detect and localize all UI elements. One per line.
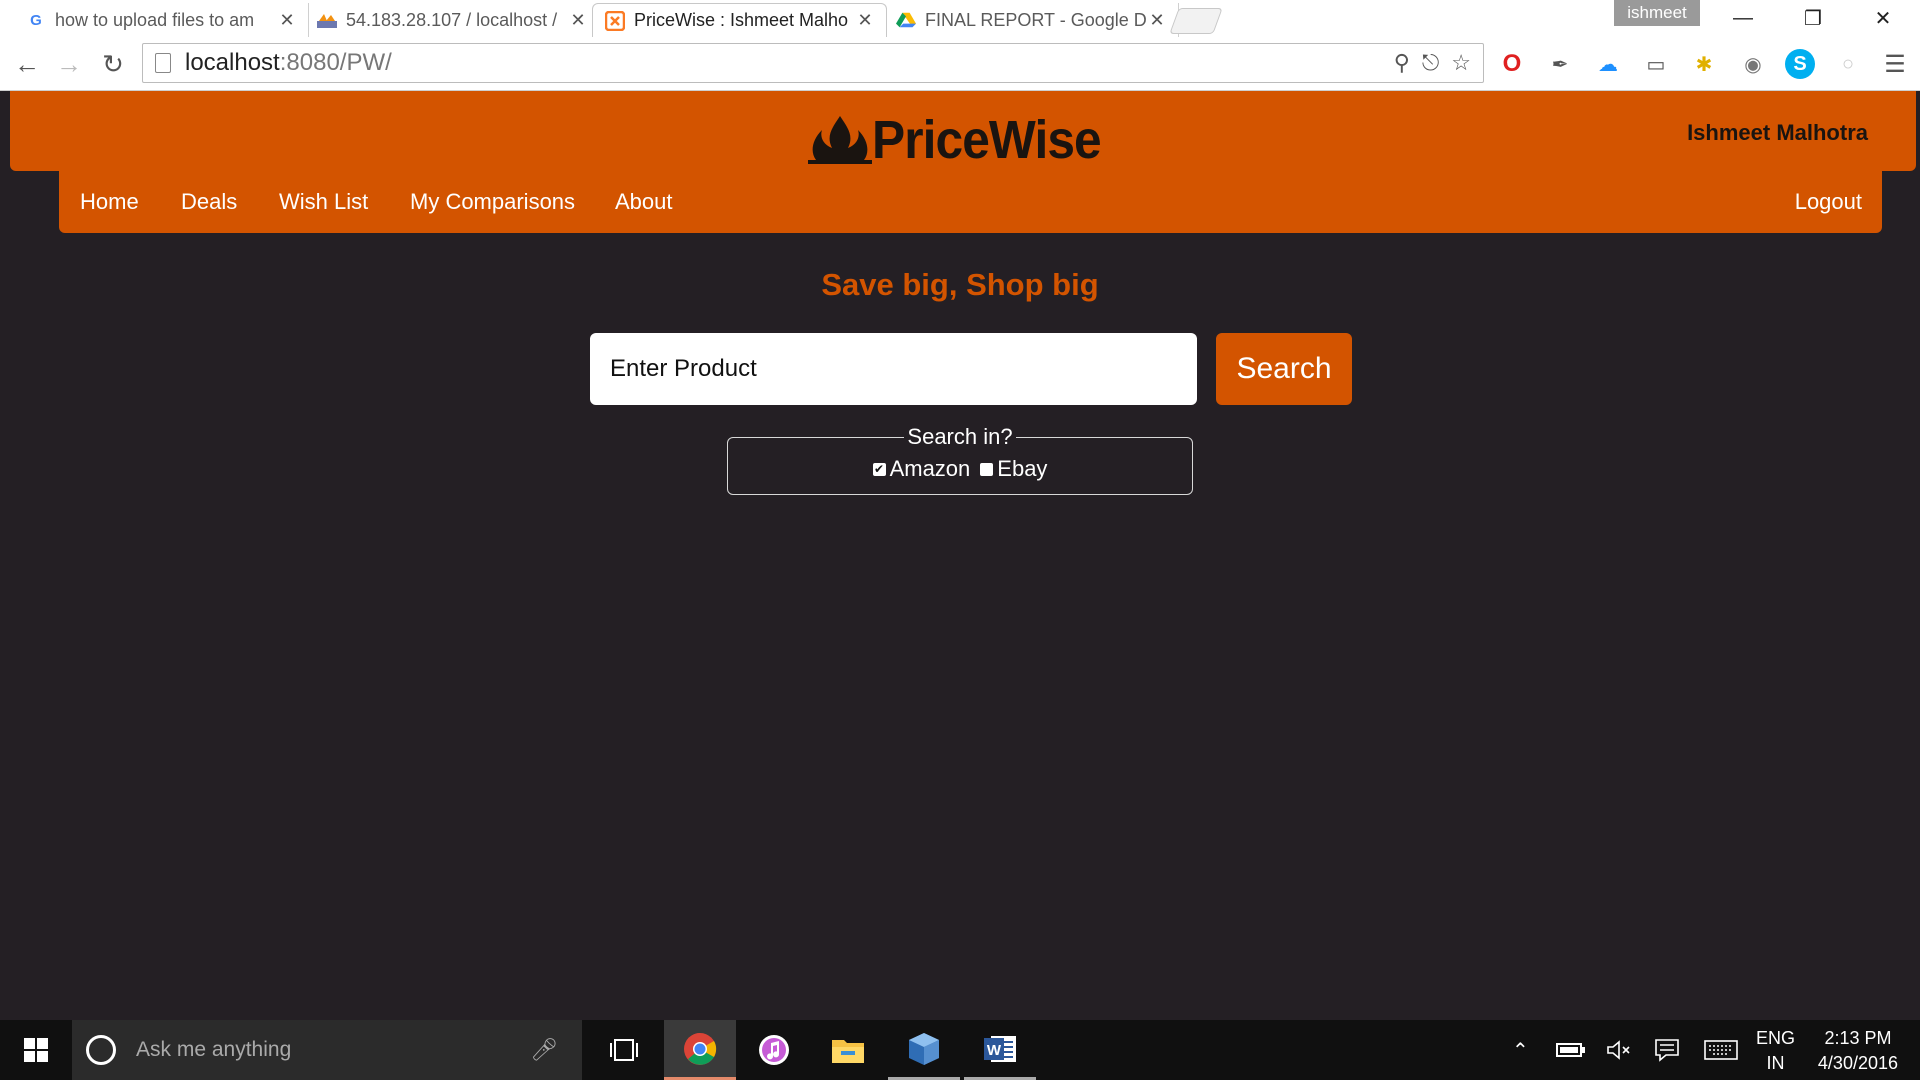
user-name[interactable]: Ishmeet Malhotra — [1687, 120, 1868, 146]
clock-time: 2:13 PM — [1824, 1028, 1892, 1048]
menu-icon[interactable]: ☰ — [1880, 49, 1910, 79]
virtualbox-taskbar-icon[interactable] — [888, 1020, 960, 1080]
chrome-taskbar-icon[interactable] — [664, 1020, 736, 1080]
action-center-icon[interactable] — [1654, 1020, 1680, 1080]
key-icon[interactable]: ⎋ — [1422, 50, 1439, 76]
cortana-ring-icon — [86, 1035, 116, 1065]
reload-icon[interactable]: ↻ — [96, 47, 130, 81]
ebay-checkbox[interactable] — [980, 462, 994, 476]
close-tab-icon[interactable]: ✕ — [278, 10, 296, 31]
page-icon — [155, 53, 171, 73]
browser-toolbar: ← → ↻ localhost:8080/PW/ ⚲ ⎋ ☆ O ✒ ☁ ▭ ✱… — [0, 37, 1920, 91]
nav-my-comparisons[interactable]: My Comparisons — [410, 171, 575, 233]
skype-icon[interactable]: S — [1785, 49, 1815, 79]
close-window-icon[interactable]: ✕ — [1854, 0, 1912, 37]
show-hidden-icons[interactable]: ⌃ — [1512, 1020, 1529, 1080]
logout-link[interactable]: Logout — [1795, 171, 1862, 233]
cast-icon[interactable]: ▭ — [1641, 49, 1671, 79]
google-drive-icon — [896, 10, 916, 30]
cortana-search-box[interactable]: Ask me anything 🎤︎ — [72, 1020, 582, 1080]
tab-title: FINAL REPORT - Google D — [925, 9, 1147, 30]
omnibox-icons: ⚲ ⎋ ☆ — [1394, 50, 1471, 76]
bookmark-star-icon[interactable]: ☆ — [1451, 50, 1471, 76]
file-explorer-icon[interactable] — [812, 1020, 884, 1080]
pricewise-logo[interactable]: PriceWise — [808, 110, 1121, 170]
nav-deals[interactable]: Deals — [181, 171, 237, 233]
google-g-icon: G — [30, 11, 42, 29]
browser-tab-phpmyadmin[interactable]: 54.183.28.107 / localhost / ✕ — [305, 3, 600, 37]
puzzle-extension-icon[interactable]: ✱ — [1689, 49, 1719, 79]
zoom-icon[interactable]: ⚲ — [1394, 50, 1410, 76]
amazon-label: Amazon — [889, 456, 971, 481]
volume-muted-icon[interactable] — [1606, 1020, 1632, 1080]
tab-title: 54.183.28.107 / localhost / — [346, 9, 558, 30]
url-text: localhost:8080/PW/ — [185, 49, 392, 76]
close-tab-icon[interactable]: ✕ — [856, 10, 874, 31]
opera-vpn-icon[interactable]: O — [1497, 49, 1527, 79]
product-search-input[interactable] — [590, 333, 1197, 405]
forward-arrow-icon[interactable]: → — [52, 47, 86, 81]
search-in-legend: Search in? — [728, 424, 1192, 450]
main-navbar: Home Deals Wish List My Comparisons Abou… — [59, 171, 1882, 233]
xampp-icon — [605, 10, 625, 31]
flame-logo-icon — [808, 116, 872, 164]
word-taskbar-icon[interactable]: W — [964, 1020, 1036, 1080]
source-options: ✔ Amazon Ebay — [728, 456, 1192, 482]
system-clock[interactable]: 2:13 PM 4/30/2016 — [1818, 1026, 1898, 1076]
close-tab-icon[interactable]: ✕ — [1148, 10, 1166, 31]
browser-tab-google-search[interactable]: G how to upload files to am ✕ — [14, 3, 309, 37]
search-button[interactable]: Search — [1216, 333, 1352, 405]
clock-date: 4/30/2016 — [1817, 1053, 1898, 1073]
input-language-indicator[interactable]: ENG IN — [1756, 1026, 1795, 1076]
svg-text:W: W — [987, 1042, 1002, 1059]
extension-icon[interactable]: ○ — [1833, 49, 1863, 79]
cortana-placeholder: Ask me anything — [136, 1038, 292, 1061]
tab-title: how to upload files to am — [55, 9, 255, 30]
search-in-fieldset: Search in? ✔ Amazon Ebay — [727, 424, 1193, 495]
profile-badge[interactable]: ishmeet — [1614, 0, 1700, 26]
logo-text: PriceWise — [872, 110, 1102, 170]
itunes-taskbar-icon[interactable] — [738, 1020, 810, 1080]
windows-taskbar: Ask me anything 🎤︎ W ⌃ ENG IN 2:13 PM 4/… — [0, 1020, 1920, 1080]
browser-tab-pricewise[interactable]: PriceWise : Ishmeet Malho ✕ — [592, 3, 887, 37]
nav-about[interactable]: About — [615, 171, 673, 233]
back-arrow-icon[interactable]: ← — [10, 47, 44, 81]
amazon-option[interactable]: ✔ Amazon — [872, 456, 971, 482]
ghost-extension-icon[interactable]: ◉ — [1738, 49, 1768, 79]
eyedropper-icon[interactable]: ✒ — [1545, 49, 1575, 79]
microphone-icon[interactable]: 🎤︎ — [530, 1037, 558, 1063]
task-view-icon[interactable] — [588, 1020, 660, 1080]
touch-keyboard-icon[interactable] — [1704, 1020, 1738, 1080]
restore-icon[interactable]: ❐ — [1784, 0, 1842, 37]
phpmyadmin-icon — [317, 10, 337, 30]
browser-tab-google-drive[interactable]: FINAL REPORT - Google D ✕ — [884, 3, 1179, 37]
battery-icon[interactable] — [1556, 1020, 1586, 1080]
nav-home[interactable]: Home — [80, 171, 139, 233]
ebay-option[interactable]: Ebay — [980, 456, 1047, 482]
tab-title: PriceWise : Ishmeet Malho — [634, 10, 849, 30]
address-bar[interactable]: localhost:8080/PW/ ⚲ ⎋ ☆ — [142, 43, 1484, 83]
cloud-icon[interactable]: ☁ — [1593, 49, 1623, 79]
close-tab-icon[interactable]: ✕ — [569, 10, 587, 31]
amazon-checkbox[interactable]: ✔ — [872, 462, 886, 476]
minimize-icon[interactable]: — — [1714, 0, 1772, 37]
tagline: Save big, Shop big — [821, 267, 1099, 302]
browser-tab-strip: G how to upload files to am ✕ 54.183.28.… — [0, 0, 1920, 37]
new-tab-button[interactable] — [1169, 8, 1223, 34]
windows-start-icon[interactable] — [0, 1020, 72, 1080]
ebay-label: Ebay — [997, 456, 1048, 481]
nav-wish-list[interactable]: Wish List — [279, 171, 368, 233]
